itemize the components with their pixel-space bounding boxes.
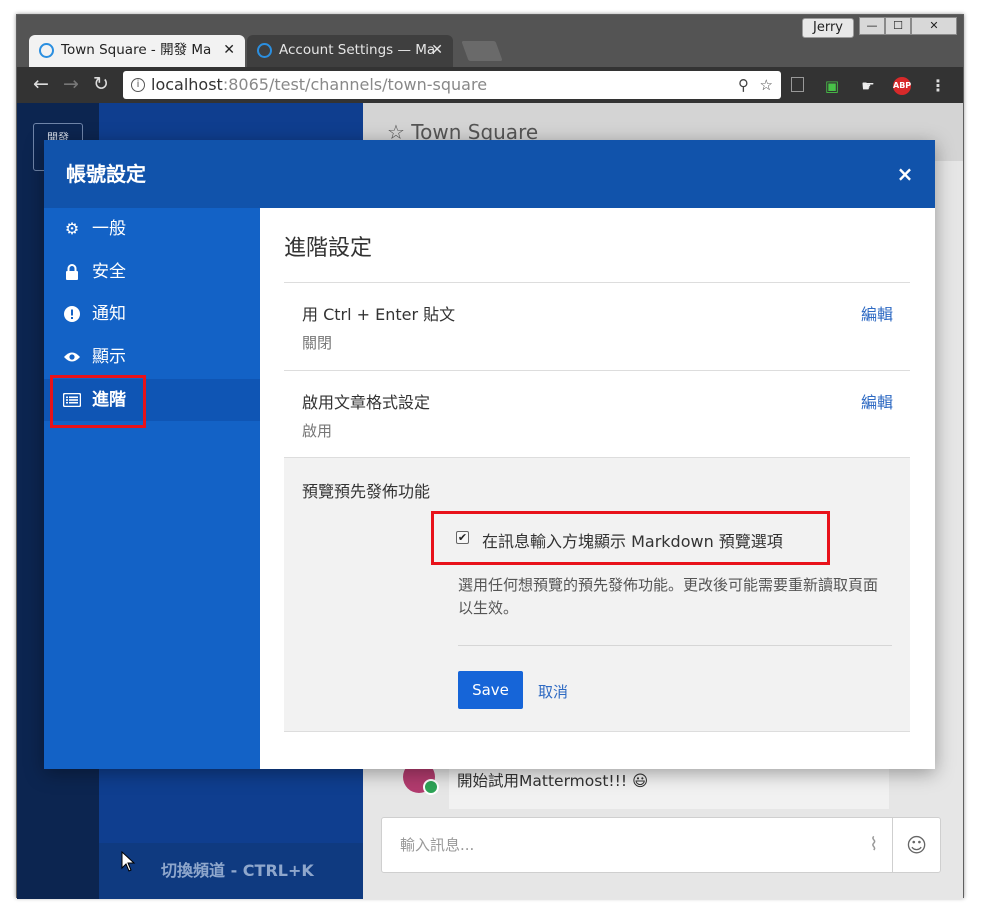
setting-label: 用 Ctrl + Enter 貼文	[302, 305, 456, 324]
mouse-cursor-icon	[121, 851, 136, 872]
copy-icon[interactable]	[791, 77, 804, 92]
mattermost-favicon-icon	[39, 43, 54, 58]
divider	[284, 370, 910, 371]
save-button[interactable]: Save	[458, 671, 523, 709]
tab-account-settings[interactable]: Account Settings — Ma ✕	[247, 35, 453, 67]
setting-value: 關閉	[302, 334, 333, 352]
gear-icon: ⚙	[64, 219, 80, 238]
plugin-icon[interactable]: ▣	[823, 77, 841, 95]
adblock-icon[interactable]: ABP	[893, 77, 911, 95]
setting-value: 啟用	[302, 422, 333, 440]
modal-title: 帳號設定	[66, 162, 146, 186]
mattermost-favicon-icon	[257, 43, 272, 58]
url-host: localhost	[151, 75, 223, 94]
forward-icon[interactable]: →	[59, 73, 83, 95]
nav-item-label: 一般	[92, 219, 126, 239]
eye-icon	[62, 336, 82, 379]
tab-close-icon[interactable]: ✕	[431, 35, 443, 65]
settings-content: 進階設定 用 Ctrl + Enter 貼文 關閉 編輯 啟用文章格式設定 啟用…	[260, 208, 935, 769]
zoom-icon[interactable]: ⚲	[738, 71, 749, 99]
tab-label: Town Square - 開發 Ma	[61, 42, 212, 58]
close-icon[interactable]: ×	[893, 162, 917, 186]
nav-item-notifications[interactable]: 通知	[44, 293, 260, 335]
back-icon[interactable]: ←	[29, 73, 53, 95]
help-text: 選用任何想預覽的預先發佈功能。更改後可能需要重新讀取頁面以生效。	[458, 576, 879, 617]
preview-features-title: 預覽預先發佈功能	[302, 482, 431, 501]
menu-icon[interactable]: ⋮	[929, 77, 947, 95]
emoji-icon[interactable]: ☺	[892, 818, 940, 872]
section-title: 進階設定	[284, 236, 373, 261]
online-status-icon	[423, 779, 439, 795]
nav-item-display[interactable]: 顯示	[44, 336, 260, 378]
highlight-box	[50, 375, 146, 428]
edit-link[interactable]: 編輯	[861, 389, 893, 413]
nav-item-security[interactable]: 安全	[44, 251, 260, 293]
nav-item-label: 顯示	[92, 347, 126, 367]
lock-icon	[62, 251, 82, 296]
tab-close-icon[interactable]: ✕	[223, 35, 235, 65]
divider	[458, 645, 892, 646]
exclamation-icon	[62, 293, 82, 338]
tab-town-square[interactable]: Town Square - 開發 Ma ✕	[29, 35, 245, 67]
message-placeholder: 輸入訊息...	[400, 836, 475, 854]
nav-item-label: 通知	[92, 304, 126, 324]
reload-icon[interactable]: ↻	[89, 73, 113, 95]
nav-item-label: 安全	[92, 262, 126, 282]
paperclip-icon[interactable]: ⌇	[869, 818, 878, 872]
nav-item-general[interactable]: ⚙ 一般	[44, 208, 260, 250]
switch-channel-button[interactable]: 切換頻道 - CTRL+K	[99, 843, 363, 899]
info-icon[interactable]: i	[131, 78, 145, 92]
hand-icon[interactable]: ☛	[859, 77, 877, 95]
new-tab-button[interactable]	[461, 41, 503, 61]
browser-toolbar: ← → ↻ i localhost:8065/test/channels/tow…	[17, 67, 963, 103]
message-input[interactable]: 輸入訊息... ⌇ ☺	[381, 817, 941, 873]
modal-header: 帳號設定 ×	[44, 140, 935, 208]
address-bar[interactable]: i localhost:8065/test/channels/town-squa…	[123, 71, 781, 99]
close-window-icon[interactable]: ✕	[911, 17, 957, 35]
cancel-button[interactable]: 取消	[538, 681, 568, 702]
tab-label: Account Settings — Ma	[279, 42, 436, 58]
edit-link[interactable]: 編輯	[861, 301, 893, 325]
setting-label: 啟用文章格式設定	[302, 393, 431, 412]
preview-features-section: 預覽預先發佈功能 ✔ 在訊息輸入方塊顯示 Markdown 預覽選項 選用任何想…	[284, 458, 910, 732]
post-text: 開始試用Mattermost!!! 😃	[457, 772, 649, 790]
profile-badge[interactable]: Jerry	[802, 18, 854, 38]
settings-nav: ⚙ 一般 安全 通知 顯示 進階	[44, 208, 260, 769]
url-path: :8065/test/channels/town-square	[222, 75, 488, 94]
highlight-box	[431, 511, 830, 565]
account-settings-modal: 帳號設定 × ⚙ 一般 安全 通知 顯示 進階 進階設定 用 Ctrl + En…	[44, 140, 935, 769]
title-bar: Town Square - 開發 Ma ✕ Account Settings —…	[17, 15, 963, 67]
minimize-icon[interactable]: —	[859, 17, 885, 35]
bookmark-star-icon[interactable]: ☆	[760, 71, 773, 99]
divider	[284, 282, 910, 283]
maximize-icon[interactable]: ☐	[885, 17, 911, 35]
